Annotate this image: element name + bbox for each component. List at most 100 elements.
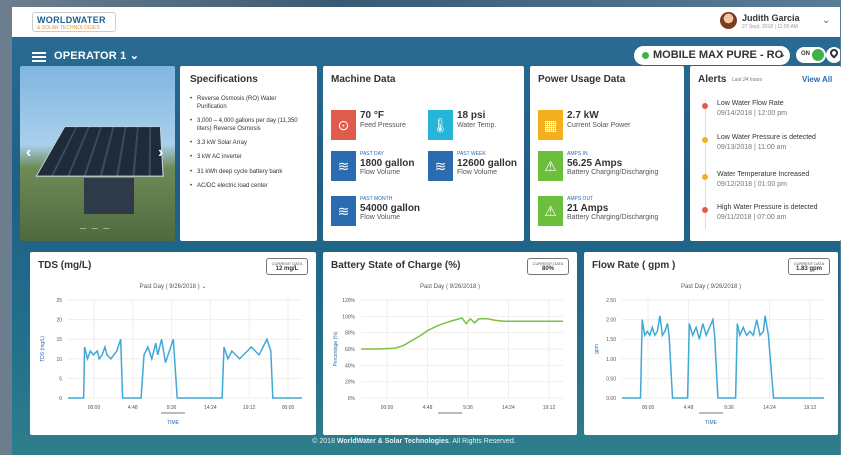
amps-in-label: AMPS IN [567,151,588,157]
past-month-label: PAST MONTH [360,196,393,202]
y-tick-label: 20 [56,318,62,324]
top-bar: WORLDWATER & SOLAR TECHNOLOGIES Judith G… [12,7,840,37]
battery-warning-icon: ⚠ [538,196,563,226]
chevron-right-icon[interactable]: › [158,144,163,162]
user-menu[interactable]: Judith Garcia 27 Sept, 2018 | 11:00 AM ⌄ [720,12,830,32]
toggle-knob [812,49,824,61]
flow-volume-label: Flow Volume [360,214,401,221]
y-tick-label: 10 [56,357,62,363]
x-tick-label: 19:12 [804,405,817,411]
y-tick-label: 40% [345,363,356,369]
user-date: 27 Sept, 2018 | 11:00 AM [742,24,798,30]
alert-date: 09/14/2018 | 12:00 pm [717,110,787,117]
y-axis-label: gpm [594,344,600,354]
flow-line-chart: Past Day ( 9/26/2018 ) 0.00 0.50 1.00 1.50 2.… [594,284,824,426]
past-month-flow-tile: ≋ PAST MONTH 54000 gallon Flow Volume [331,194,421,228]
card-title: Specifications [190,74,258,85]
feed-pressure-label: Feed Pressure [360,122,406,129]
chevron-down-icon[interactable]: ⌄ [822,15,830,26]
solar-panel-icon: ▦ [538,110,563,140]
y-tick-label: 80% [345,331,356,337]
alert-date: 09/12/2018 | 01:00 pm [717,181,787,188]
x-tick-label: 9:36 [463,405,473,411]
x-tick-label: 4:48 [423,405,433,411]
amps-out-tile: ⚠ AMPS OUT 21 Amps Battery Charging/Disc… [538,194,678,228]
device-selector[interactable]: MOBILE MAX PURE - RO ⌄ [634,46,790,65]
x-tick-label: 14:24 [204,405,217,411]
amps-in-tile: ⚠ AMPS IN 56.25 Amps Battery Charging/Di… [538,149,678,183]
chart-period: Past Day ( 9/26/2018 ) [420,284,480,290]
y-tick-label: 25 [56,298,62,304]
y-tick-label: 5 [59,376,62,382]
y-tick-label: 2.50 [606,298,616,304]
chevron-left-icon[interactable]: ‹ [26,144,31,162]
x-tick-label: 00:00 [88,405,101,411]
y-tick-label: 2.00 [606,318,616,324]
past-day-label: PAST DAY [360,151,384,157]
operator-selector[interactable]: OPERATOR 1 ⌄ [54,49,139,62]
logo-subtext: & SOLAR TECHNOLOGIES [37,25,100,31]
device-name: MOBILE MAX PURE - RO [653,49,784,61]
amps-out-value: 21 Amps [567,203,609,214]
carousel-dots[interactable]: — — — [80,226,111,232]
amps-out-label: AMPS OUT [567,196,594,202]
alerts-card: Alerts Last 24 hours View All Low Water … [690,66,841,241]
water-temp-tile: 🌡 18 psi Water Temp. [428,108,518,142]
spec-item: 3,000 – 4,000 gallons per day (11,350 li… [190,117,307,133]
thermometer-icon: 🌡 [428,110,453,140]
y-tick-label: 20% [345,380,356,386]
flow-volume-label: Flow Volume [457,169,498,176]
water-temp-value: 18 psi [457,110,486,121]
alert-dot [702,103,708,109]
past-week-flow-tile: ≋ PAST WEEK 12600 gallon Flow Volume [428,149,518,183]
y-tick-label: 1.00 [606,357,616,363]
range-scrollbar [438,412,462,414]
solar-power-label: Current Solar Power [567,122,631,129]
battery-charging-label: Battery Charging/Discharging [567,169,659,176]
location-pin-icon[interactable] [826,47,840,63]
y-tick-label: 60% [345,347,356,353]
x-tick-label: 00:00 [381,405,394,411]
spec-item: 31 kWh deep cycle battery bank [190,168,307,176]
card-title: Machine Data [331,74,396,85]
past-week-label: PAST WEEK [457,151,486,157]
x-tick-label: 19:12 [543,405,556,411]
flow-chart-card: Flow Rate ( gpm ) CURRENT DATA 1.83 gpm … [584,252,838,435]
range-scrollbar [699,412,723,414]
battery-chart-card: Battery State of Charge (%) CURRENT DATA… [323,252,577,435]
alert-dot [702,207,708,213]
y-axis-label: TDS (mg/L) [40,336,46,362]
series-line [68,337,302,399]
spec-item: Reverse Osmosis (RO) Water Purification [190,95,307,111]
x-axis-label: TIME [167,420,180,426]
machine-photo-carousel: ‹ › — — — [20,66,175,241]
footer: © 2018 WorldWater & Solar Technologies. … [0,438,828,445]
battery-charging-label: Battery Charging/Discharging [567,214,659,221]
y-tick-label: 100% [342,314,355,320]
spec-item: AC/DC electric load center [190,182,307,190]
x-tick-label: 19:12 [243,405,256,411]
x-tick-label: 14:24 [502,405,515,411]
alerts-subtitle: Last 24 hours [732,77,763,83]
water-waves-icon: ≋ [331,151,356,181]
hamburger-menu-icon[interactable] [32,52,46,62]
chevron-down-icon: ⌄ [778,49,787,60]
x-axis-label: TIME [705,420,718,426]
x-tick-label: 4:48 [684,405,694,411]
alert-dot [702,137,708,143]
pressure-gauge-icon: ⊙ [331,110,356,140]
footer-suffix: . All Rights Reserved. [448,438,516,445]
battery-line-chart: Past Day ( 9/26/2018 ) 0% 20% 40% 60% 80% 100%… [333,284,563,414]
power-usage-card: Power Usage Data ▦ 2.7 kW Current Solar … [530,66,684,241]
range-scrollbar [161,412,185,414]
water-waves-icon: ≋ [331,196,356,226]
x-tick-label: 14:24 [763,405,776,411]
card-title: Power Usage Data [538,74,626,85]
view-all-link[interactable]: View All [802,75,832,84]
feed-pressure-tile: ⊙ 70 °F Feed Pressure [331,108,421,142]
machine-unit-image [84,178,134,214]
chart-period: Past Day ( 9/26/2018 ) [681,284,741,290]
power-toggle[interactable]: ON [796,47,826,63]
tds-line-chart: Past Day ( 9/26/2018 ) ⌄ 0 5 10 15 20 25 00:00 4… [40,284,302,426]
company-logo[interactable]: WORLDWATER & SOLAR TECHNOLOGIES [32,12,116,32]
